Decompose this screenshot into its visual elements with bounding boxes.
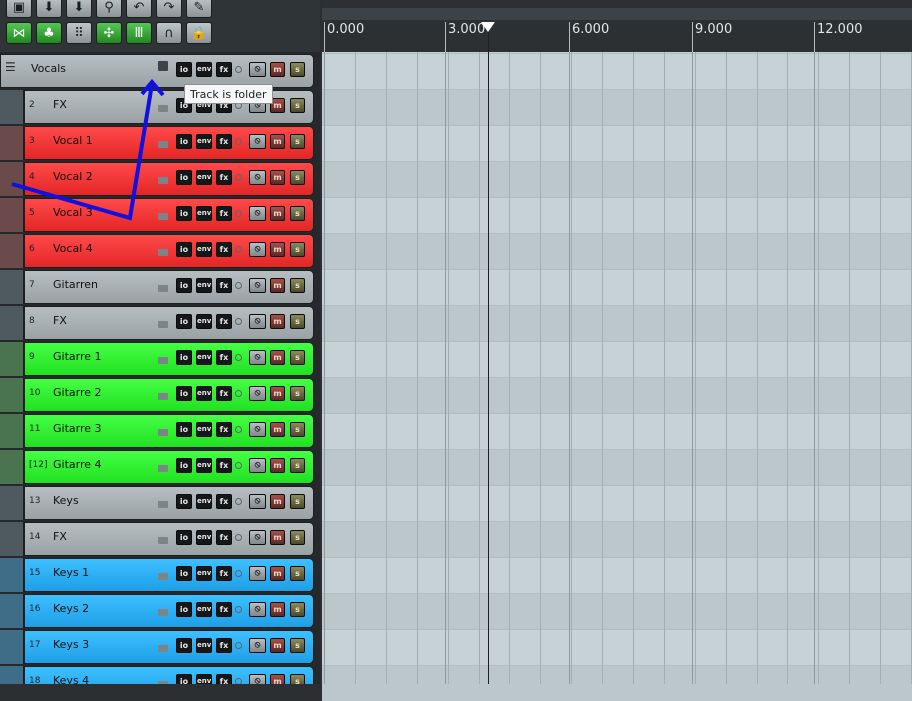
annotation-overlay	[11, 78, 165, 221]
annotation-arrow	[11, 83, 154, 221]
